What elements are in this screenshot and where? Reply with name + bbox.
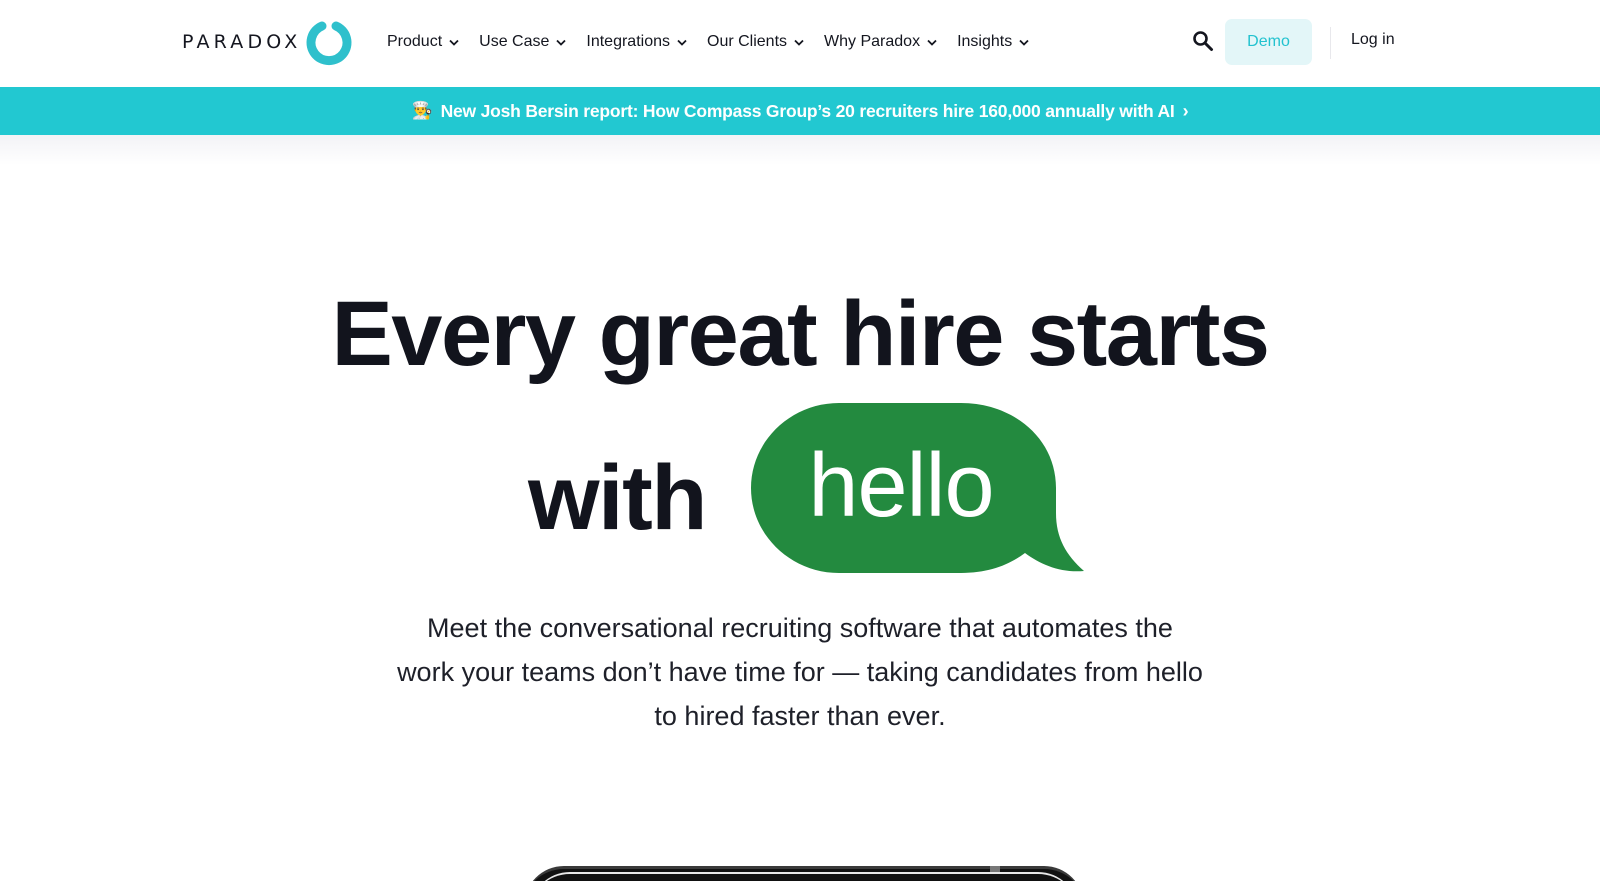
nav-integrations[interactable]: Integrations bbox=[586, 33, 687, 51]
nav-label: Integrations bbox=[586, 33, 670, 50]
announcement-banner[interactable]: 👨‍🍳 New Josh Bersin report: How Compass … bbox=[0, 87, 1600, 135]
chevron-down-icon bbox=[794, 39, 804, 46]
subtitle-line: work your teams don’t have time for — ta… bbox=[397, 657, 1203, 687]
login-link[interactable]: Log in bbox=[1351, 31, 1395, 49]
hero-subtitle: Meet the conversational recruiting softw… bbox=[350, 606, 1250, 738]
chevron-down-icon bbox=[677, 39, 687, 46]
nav-label: Our Clients bbox=[707, 33, 788, 50]
main-nav: Product Use Case Integrations Our Client… bbox=[387, 28, 1049, 56]
chevron-down-icon bbox=[927, 39, 937, 46]
nav-insights[interactable]: Insights bbox=[957, 33, 1029, 51]
chef-emoji-icon: 👨‍🍳 bbox=[411, 101, 433, 120]
nav-label: Use Case bbox=[479, 33, 550, 50]
search-icon[interactable] bbox=[1192, 30, 1214, 52]
chevron-down-icon bbox=[449, 39, 459, 46]
phone-button bbox=[990, 866, 1000, 872]
nav-our-clients[interactable]: Our Clients bbox=[707, 33, 804, 51]
hero-title-with: with bbox=[528, 447, 707, 549]
banner-shadow bbox=[0, 135, 1600, 165]
banner-content: 👨‍🍳 New Josh Bersin report: How Compass … bbox=[412, 101, 1189, 122]
nav-product[interactable]: Product bbox=[387, 33, 459, 51]
nav-use-case[interactable]: Use Case bbox=[479, 33, 567, 51]
hero-title-line1: Every great hire starts bbox=[331, 283, 1270, 385]
nav-label: Product bbox=[387, 33, 443, 50]
nav-label: Insights bbox=[957, 33, 1013, 50]
chevron-down-icon bbox=[556, 39, 567, 46]
banner-text: New Josh Bersin report: How Compass Grou… bbox=[440, 100, 1175, 121]
subtitle-line: Meet the conversational recruiting softw… bbox=[427, 613, 1173, 643]
logo-wordmark: PARADOX bbox=[182, 31, 302, 53]
subtitle-line: to hired faster than ever. bbox=[654, 701, 946, 731]
bubble-word: hello bbox=[808, 435, 994, 536]
demo-button[interactable]: Demo bbox=[1225, 19, 1312, 65]
header-divider bbox=[1330, 27, 1331, 59]
chevron-down-icon bbox=[1019, 39, 1029, 46]
phone-mockup bbox=[524, 866, 1084, 881]
nav-why-paradox[interactable]: Why Paradox bbox=[824, 33, 937, 51]
logo-ring-icon bbox=[306, 21, 352, 66]
chevron-right-icon: › bbox=[1182, 100, 1189, 121]
phone-bezel bbox=[530, 872, 1078, 881]
paradox-logo[interactable]: PARADOX bbox=[182, 18, 353, 66]
nav-label: Why Paradox bbox=[824, 33, 921, 50]
site-header: PARADOX Product Use Case Integrations Ou… bbox=[0, 0, 1600, 87]
